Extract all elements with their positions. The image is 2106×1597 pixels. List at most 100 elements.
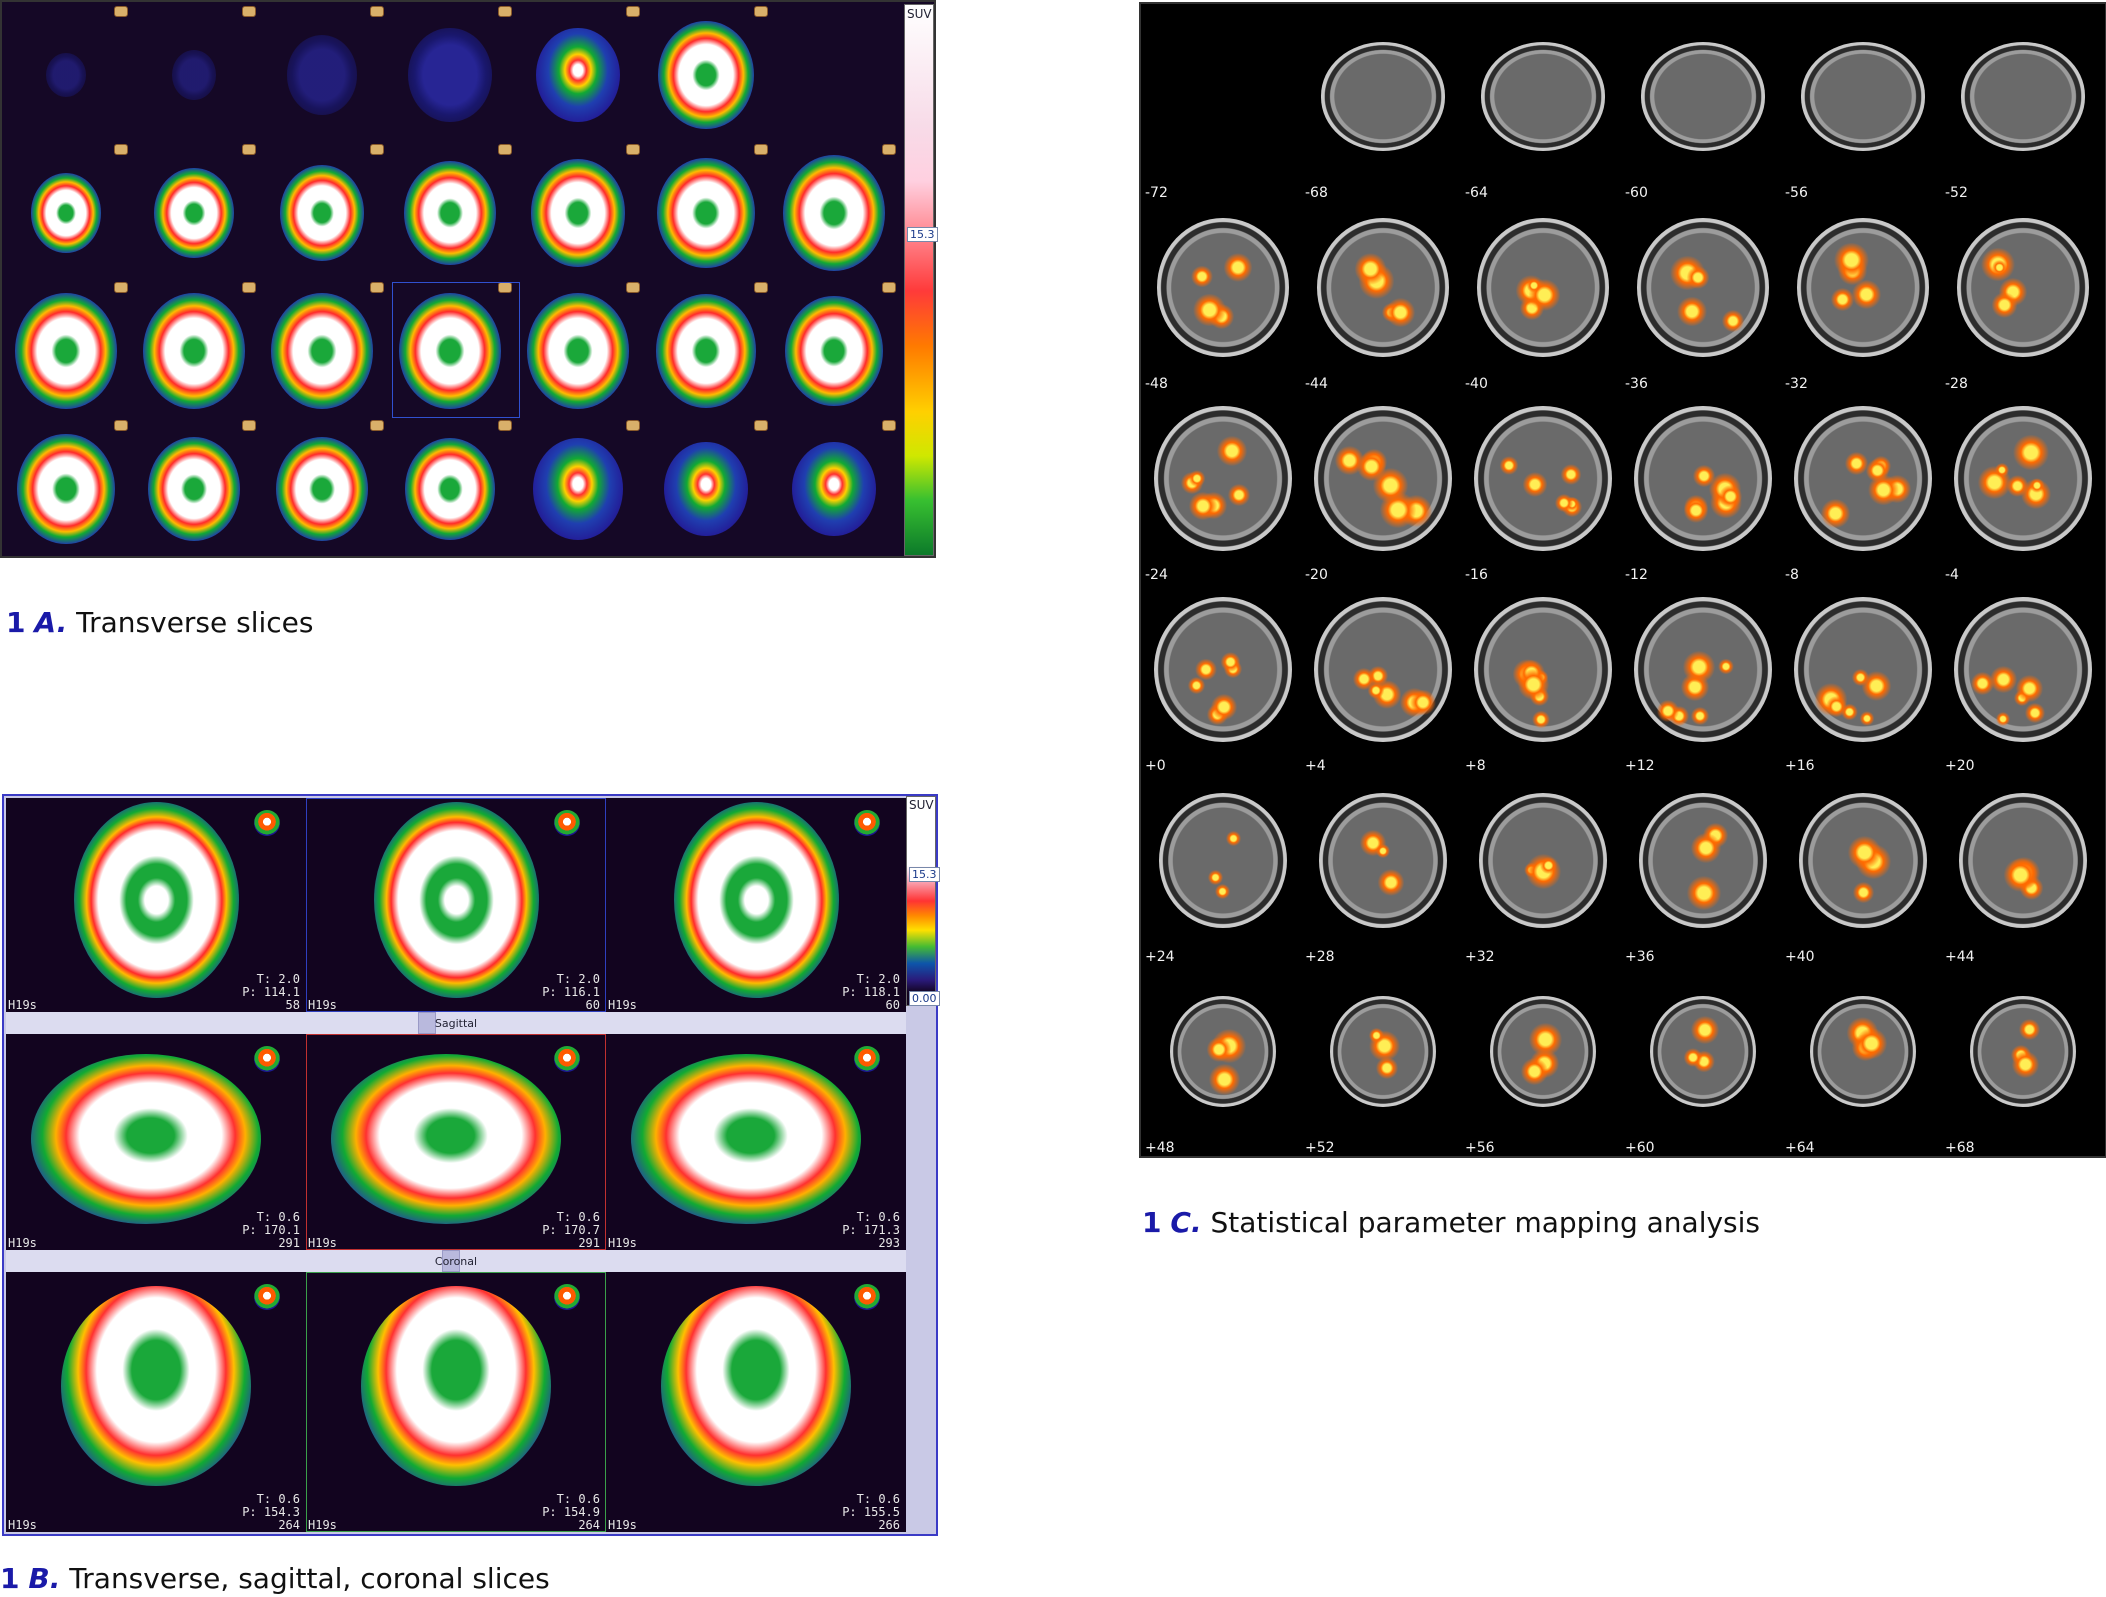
transverse-slice[interactable]: [2, 416, 130, 554]
transverse-slice[interactable]: [130, 278, 258, 416]
caption-a-letter: A.: [34, 606, 68, 639]
spm-axial-slice[interactable]: -48: [1143, 201, 1303, 392]
spm-axial-slice[interactable]: -40: [1463, 201, 1623, 392]
spm-axial-slice[interactable]: -52: [1943, 10, 2103, 201]
coronal-view-pane[interactable]: T: 0.6 P: 154.3 264 H19s: [6, 1272, 306, 1532]
spm-axial-slice[interactable]: -8: [1783, 392, 1943, 583]
slice-z-coordinate-label: -44: [1305, 376, 1328, 392]
transverse-slice[interactable]: [770, 416, 898, 554]
spm-axial-slice[interactable]: +36: [1623, 774, 1783, 965]
sagittal-divider[interactable]: Sagittal: [6, 1012, 906, 1034]
spm-axial-slice[interactable]: -20: [1303, 392, 1463, 583]
coronal-divider[interactable]: Coronal: [6, 1250, 906, 1272]
spm-axial-slice[interactable]: +20: [1943, 583, 2103, 774]
brain-pet-image: [403, 160, 497, 266]
mri-brain-slice-image: [1319, 792, 1447, 929]
spm-axial-slice[interactable]: +24: [1143, 774, 1303, 965]
transverse-slice[interactable]: [258, 278, 386, 416]
spm-axial-slice[interactable]: +44: [1943, 774, 2103, 965]
brain-pet-image: [657, 157, 755, 269]
spm-axial-slice[interactable]: +12: [1623, 583, 1783, 774]
transverse-slice[interactable]: [258, 2, 386, 140]
transverse-slice[interactable]: [514, 416, 642, 554]
spm-axial-slice[interactable]: +16: [1783, 583, 1943, 774]
sagittal-view-pane[interactable]: T: 0.6 P: 170.7 291 H19s: [306, 1034, 606, 1250]
transverse-slice[interactable]: [258, 416, 386, 554]
transverse-view-pane[interactable]: T: 2.0 P: 114.1 58 H19s: [6, 798, 306, 1012]
activation-cluster: [1686, 266, 1709, 289]
transverse-row: T: 2.0 P: 114.1 58 H19s T: 2.0 P: 116.1 60 H19s…: [6, 798, 906, 1012]
mri-brain-slice-image: [1157, 218, 1289, 357]
orientation-badge-icon: [626, 282, 640, 293]
transverse-slice[interactable]: [514, 140, 642, 278]
coronal-view-pane[interactable]: T: 0.6 P: 155.5 266 H19s: [606, 1272, 906, 1532]
transverse-slice[interactable]: [386, 2, 514, 140]
spm-axial-slice[interactable]: +60: [1623, 965, 1783, 1156]
activation-cluster: [1856, 1028, 1887, 1059]
slice-z-coordinate-label: -8: [1785, 567, 1799, 583]
spm-axial-slice[interactable]: -44: [1303, 201, 1463, 392]
transverse-slice[interactable]: [2, 2, 130, 140]
transverse-slice[interactable]: [386, 140, 514, 278]
spm-axial-slice[interactable]: +8: [1463, 583, 1623, 774]
slice-z-coordinate-label: -56: [1785, 185, 1808, 201]
slice-z-coordinate-label: -24: [1145, 567, 1168, 583]
transverse-slice[interactable]: [642, 416, 770, 554]
transverse-slice[interactable]: [770, 140, 898, 278]
sagittal-view-pane[interactable]: T: 0.6 P: 171.3 293 H19s: [606, 1034, 906, 1250]
coronal-view-pane[interactable]: T: 0.6 P: 154.9 264 H19s: [306, 1272, 606, 1532]
transverse-slice[interactable]: [130, 2, 258, 140]
caption-a-text: Transverse slices: [76, 606, 314, 639]
transverse-slice[interactable]: [770, 278, 898, 416]
mri-brain-slice-image: [1320, 42, 1446, 151]
activation-cluster: [1226, 831, 1241, 846]
caption-a: 1 A. Transverse slices: [6, 606, 314, 639]
spm-axial-slice[interactable]: +64: [1783, 965, 1943, 1156]
brain-pet-image: [14, 293, 118, 409]
transverse-slice[interactable]: [642, 140, 770, 278]
transverse-view-pane[interactable]: T: 2.0 P: 118.1 60 H19s: [606, 798, 906, 1012]
spm-axial-slice[interactable]: -4: [1943, 392, 2103, 583]
spm-axial-slice[interactable]: -16: [1463, 392, 1623, 583]
transverse-slice[interactable]: [130, 416, 258, 554]
transverse-slice[interactable]: [514, 2, 642, 140]
spm-axial-slice[interactable]: +4: [1303, 583, 1463, 774]
transverse-slice[interactable]: [258, 140, 386, 278]
spm-axial-slice[interactable]: -72: [1143, 10, 1303, 201]
spm-axial-slice[interactable]: +32: [1463, 774, 1623, 965]
spm-axial-slice[interactable]: -68: [1303, 10, 1463, 201]
sagittal-view-pane[interactable]: T: 0.6 P: 170.1 291 H19s: [6, 1034, 306, 1250]
suv-unit-label: SUV: [907, 7, 932, 21]
spm-axial-slice[interactable]: -56: [1783, 10, 1943, 201]
spm-axial-slice[interactable]: +56: [1463, 965, 1623, 1156]
spm-axial-slice[interactable]: -64: [1463, 10, 1623, 201]
spm-axial-slice[interactable]: -12: [1623, 392, 1783, 583]
transverse-slice[interactable]: [642, 278, 770, 416]
activation-cluster: [1722, 310, 1744, 332]
spm-axial-slice[interactable]: +28: [1303, 774, 1463, 965]
spm-axial-slice[interactable]: +48: [1143, 965, 1303, 1156]
transverse-slice[interactable]: [2, 140, 130, 278]
slice-z-coordinate-label: -12: [1625, 567, 1648, 583]
coronal-brain-image: [661, 1286, 851, 1486]
transverse-slice[interactable]: [2, 278, 130, 416]
slice-z-coordinate-label: -64: [1465, 185, 1488, 201]
spm-axial-slice[interactable]: +68: [1943, 965, 2103, 1156]
brain-pet-image: [17, 433, 115, 545]
transverse-slice[interactable]: [642, 2, 770, 140]
view-locator-icon: [254, 810, 280, 836]
transverse-slice[interactable]: [130, 140, 258, 278]
transverse-slice[interactable]: [514, 278, 642, 416]
spm-axial-slice[interactable]: -36: [1623, 201, 1783, 392]
sagittal-brain-image: [631, 1054, 861, 1224]
spm-axial-slice[interactable]: +0: [1143, 583, 1303, 774]
spm-axial-slice[interactable]: -32: [1783, 201, 1943, 392]
spm-axial-slice[interactable]: -60: [1623, 10, 1783, 201]
spm-axial-slice[interactable]: -28: [1943, 201, 2103, 392]
spm-axial-slice[interactable]: +40: [1783, 774, 1943, 965]
transverse-view-pane[interactable]: T: 2.0 P: 116.1 60 H19s: [306, 798, 606, 1012]
transverse-slice[interactable]: [386, 416, 514, 554]
spm-axial-slice[interactable]: +52: [1303, 965, 1463, 1156]
caption-b: 1 B. Transverse, sagittal, coronal slice…: [0, 1562, 550, 1595]
spm-axial-slice[interactable]: -24: [1143, 392, 1303, 583]
